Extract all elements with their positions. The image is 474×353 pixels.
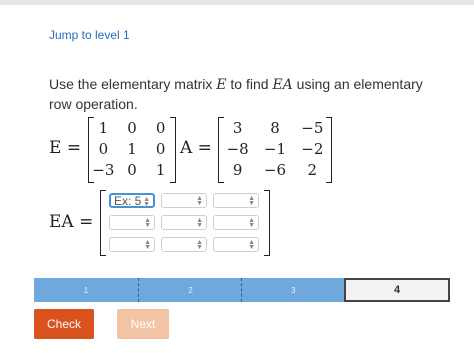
matrix-e-cell: 0 (155, 118, 166, 137)
matrix-a-cell: −1 (263, 139, 287, 158)
spinner-icon[interactable]: ▲ ▼ (196, 195, 203, 207)
matrix-a-cell: 3 (232, 118, 243, 137)
top-bar (0, 0, 474, 5)
matrix-e-row: 1 0 0 (89, 117, 175, 138)
matrix-a-row: 3 8 −5 (219, 117, 331, 138)
matrix-a-cell: −8 (226, 139, 249, 158)
var-ea: EA (272, 77, 293, 93)
answer-matrix: Ex: 5 ▲ ▼ ▲ ▼ ▲ ▼ ▲ ▼ ▲ ▼ ▲ ▼ ▲ ▼ ▲ ▼ ▲ ▼ (100, 190, 270, 256)
question-prefix: Use the elementary matrix (49, 76, 217, 92)
matrix-e-cell: 0 (155, 139, 166, 158)
matrix-e-cell: 1 (127, 139, 137, 158)
matrix-a-cell: 8 (270, 118, 280, 137)
level-segment-1[interactable]: 1 (34, 278, 138, 302)
matrix-a-cell: 2 (307, 160, 318, 179)
next-button[interactable]: Next (117, 309, 169, 339)
spinner-icon[interactable]: ▲ ▼ (196, 217, 203, 229)
level-segment-2[interactable]: 2 (138, 278, 242, 302)
matrix-a-cell: −2 (301, 139, 324, 158)
answer-input-r1c1[interactable]: Ex: 5 ▲ ▼ (109, 193, 155, 208)
matrix-e: 1 0 0 0 1 0 −3 0 1 (88, 117, 176, 183)
matrix-a-cell: 9 (232, 160, 243, 179)
answer-input-r3c2[interactable]: ▲ ▼ (161, 237, 207, 252)
matrix-e-cell: −3 (92, 160, 115, 179)
answer-input-r2c1[interactable]: ▲ ▼ (109, 215, 155, 230)
spinner-icon[interactable]: ▲ ▼ (248, 239, 255, 251)
spinner-icon[interactable]: ▲ ▼ (143, 196, 150, 208)
level-segment-4-current[interactable]: 4 (344, 278, 450, 302)
matrix-e-label: E = (49, 138, 82, 158)
answer-input-r3c3[interactable]: ▲ ▼ (213, 237, 259, 252)
answer-input-r2c2[interactable]: ▲ ▼ (161, 215, 207, 230)
answer-label: EA = (49, 212, 94, 232)
answer-input-r3c1[interactable]: ▲ ▼ (109, 237, 155, 252)
var-e: E (216, 77, 227, 93)
answer-input-r2c3[interactable]: ▲ ▼ (213, 215, 259, 230)
matrix-e-row: 0 1 0 (89, 138, 175, 159)
level-segment-3[interactable]: 3 (241, 278, 345, 302)
spinner-icon[interactable]: ▲ ▼ (144, 217, 151, 229)
matrix-a-cell: −6 (263, 160, 287, 179)
matrix-e-cell: 0 (127, 118, 137, 137)
level-progress-bar: 1 2 3 4 (34, 278, 450, 302)
spinner-icon[interactable]: ▲ ▼ (248, 195, 255, 207)
spinner-icon[interactable]: ▲ ▼ (196, 239, 203, 251)
matrix-a-row: −8 −1 −2 (219, 138, 331, 159)
answer-input-r1c3[interactable]: ▲ ▼ (213, 193, 259, 208)
jump-to-level-link[interactable]: Jump to level 1 (49, 28, 130, 42)
spinner-icon[interactable]: ▲ ▼ (248, 217, 255, 229)
matrix-e-cell: 1 (155, 160, 166, 179)
check-button[interactable]: Check (34, 309, 94, 339)
question-text: Use the elementary matrix E to find EA u… (49, 75, 449, 114)
matrix-a-label: A = (180, 138, 212, 158)
question-mid: to find (226, 76, 273, 92)
matrix-e-cell: 0 (127, 160, 137, 179)
matrix-a-row: 9 −6 2 (219, 159, 331, 180)
answer-placeholder: Ex: 5 (114, 194, 142, 208)
matrix-e-row: −3 0 1 (89, 159, 175, 180)
matrix-e-cell: 1 (98, 118, 109, 137)
spinner-icon[interactable]: ▲ ▼ (144, 239, 151, 251)
matrix-e-cell: 0 (98, 139, 109, 158)
matrix-a-cell: −5 (301, 118, 324, 137)
answer-input-r1c2[interactable]: ▲ ▼ (161, 193, 207, 208)
matrix-a: 3 8 −5 −8 −1 −2 9 −6 2 (218, 117, 332, 183)
